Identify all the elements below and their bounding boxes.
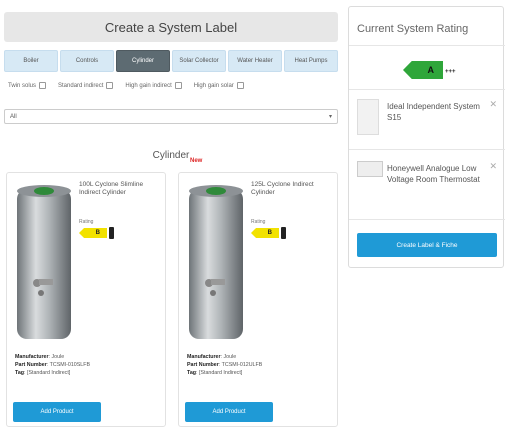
filter-label: Twin solus [8,82,37,89]
section-heading: Cylinder New [4,150,338,164]
rating-tab [281,227,286,239]
filter-standard-indirect[interactable]: Standard indirect [58,82,114,89]
close-icon[interactable]: ✕ [489,161,497,172]
tag-value: [Standard Indirect] [198,370,243,376]
system-rating-badge: A [403,61,443,79]
item-name: Honeywell Analogue Low Voltage Room Ther… [387,164,480,184]
manufacturer-value: Joule [223,354,237,360]
tab-boiler[interactable]: Boiler [4,50,58,72]
filter-row: Twin solus Standard indirect High gain i… [8,82,244,89]
tab-controls[interactable]: Controls [60,50,114,72]
system-item: Ideal Independent System S15 ✕ [357,99,497,139]
filter-twin-solus[interactable]: Twin solus [8,82,47,89]
panel-title: Current System Rating [357,23,469,35]
chevron-down-icon: ▾ [328,114,332,120]
divider [349,89,505,90]
thermostat-thumbnail [357,161,383,177]
tab-water-heater[interactable]: Water Heater [228,50,282,72]
close-icon[interactable]: ✕ [489,99,497,110]
category-tabs: Boiler Controls Cylinder Solar Collector… [4,50,338,72]
manufacturer-label: Manufacturer [15,354,49,360]
create-label-fiche-button[interactable]: Create Label & Fiche [357,233,497,257]
product-name: 100L Cyclone Slimline Indirect Cylinder [79,181,144,196]
filter-label: Standard indirect [58,82,104,89]
cylinder-image [17,185,71,339]
divider [349,149,505,150]
filter-high-gain-solar[interactable]: High gain solar [194,82,244,89]
energy-rating-badge: B [79,228,107,238]
tab-heat-pumps[interactable]: Heat Pumps [284,50,338,72]
product-meta: Manufacturer: Joule Part Number: TCSMI-0… [187,354,263,376]
manufacturer-value: Joule [51,354,65,360]
checkbox[interactable] [236,82,244,89]
tab-solar-collector[interactable]: Solar Collector [172,50,226,72]
select-value: All [10,113,17,120]
energy-rating-badge: B [251,228,279,238]
filter-high-gain-indirect[interactable]: High gain indirect [125,82,182,89]
product-type-select[interactable]: All ▾ [4,109,338,124]
add-product-button[interactable]: Add Product [185,402,273,422]
checkbox[interactable] [174,82,182,89]
main-panel: Create a System Label Boiler Controls Cy… [4,4,338,427]
manufacturer-label: Manufacturer [187,354,221,360]
tag-label: Tag [187,370,197,376]
product-card: 100L Cyclone Slimline Indirect Cylinder … [6,172,166,427]
add-product-button[interactable]: Add Product [13,402,101,422]
filter-label: High gain solar [193,82,234,89]
product-meta: Manufacturer: Joule Part Number: TCSMI-0… [15,354,90,376]
checkbox[interactable] [106,82,114,89]
new-badge: New [190,158,203,164]
divider [349,45,505,46]
rating-tab [109,227,114,239]
tab-cylinder[interactable]: Cylinder [116,50,170,72]
rating-label: Rating [251,219,266,225]
section-title: Cylinder [152,150,190,161]
part-number-label: Part Number [187,362,219,368]
page-title: Create a System Label [4,12,338,42]
tag-value: [Standard Indirect] [26,370,71,376]
rating-label: Rating [79,219,94,225]
system-item: Honeywell Analogue Low Voltage Room Ther… [357,161,497,207]
item-name: Ideal Independent System S15 [387,102,480,122]
tag-label: Tag [15,370,25,376]
part-number-label: Part Number [15,362,47,368]
cylinder-image [189,185,243,339]
current-system-rating-panel: Current System Rating A +++ Ideal Indepe… [348,6,505,268]
checkbox[interactable] [39,82,47,89]
boiler-thumbnail [357,99,379,135]
rating-suffix: +++ [445,69,456,75]
product-name: 125L Cyclone Indirect Cylinder [251,181,314,196]
part-number-value: TCSMI-010SLFB [49,362,90,368]
filter-label: High gain indirect [125,82,172,89]
part-number-value: TCSMI-012ULFB [221,362,263,368]
divider [349,219,505,220]
product-card: 125L Cyclone Indirect Cylinder Rating B … [178,172,338,427]
